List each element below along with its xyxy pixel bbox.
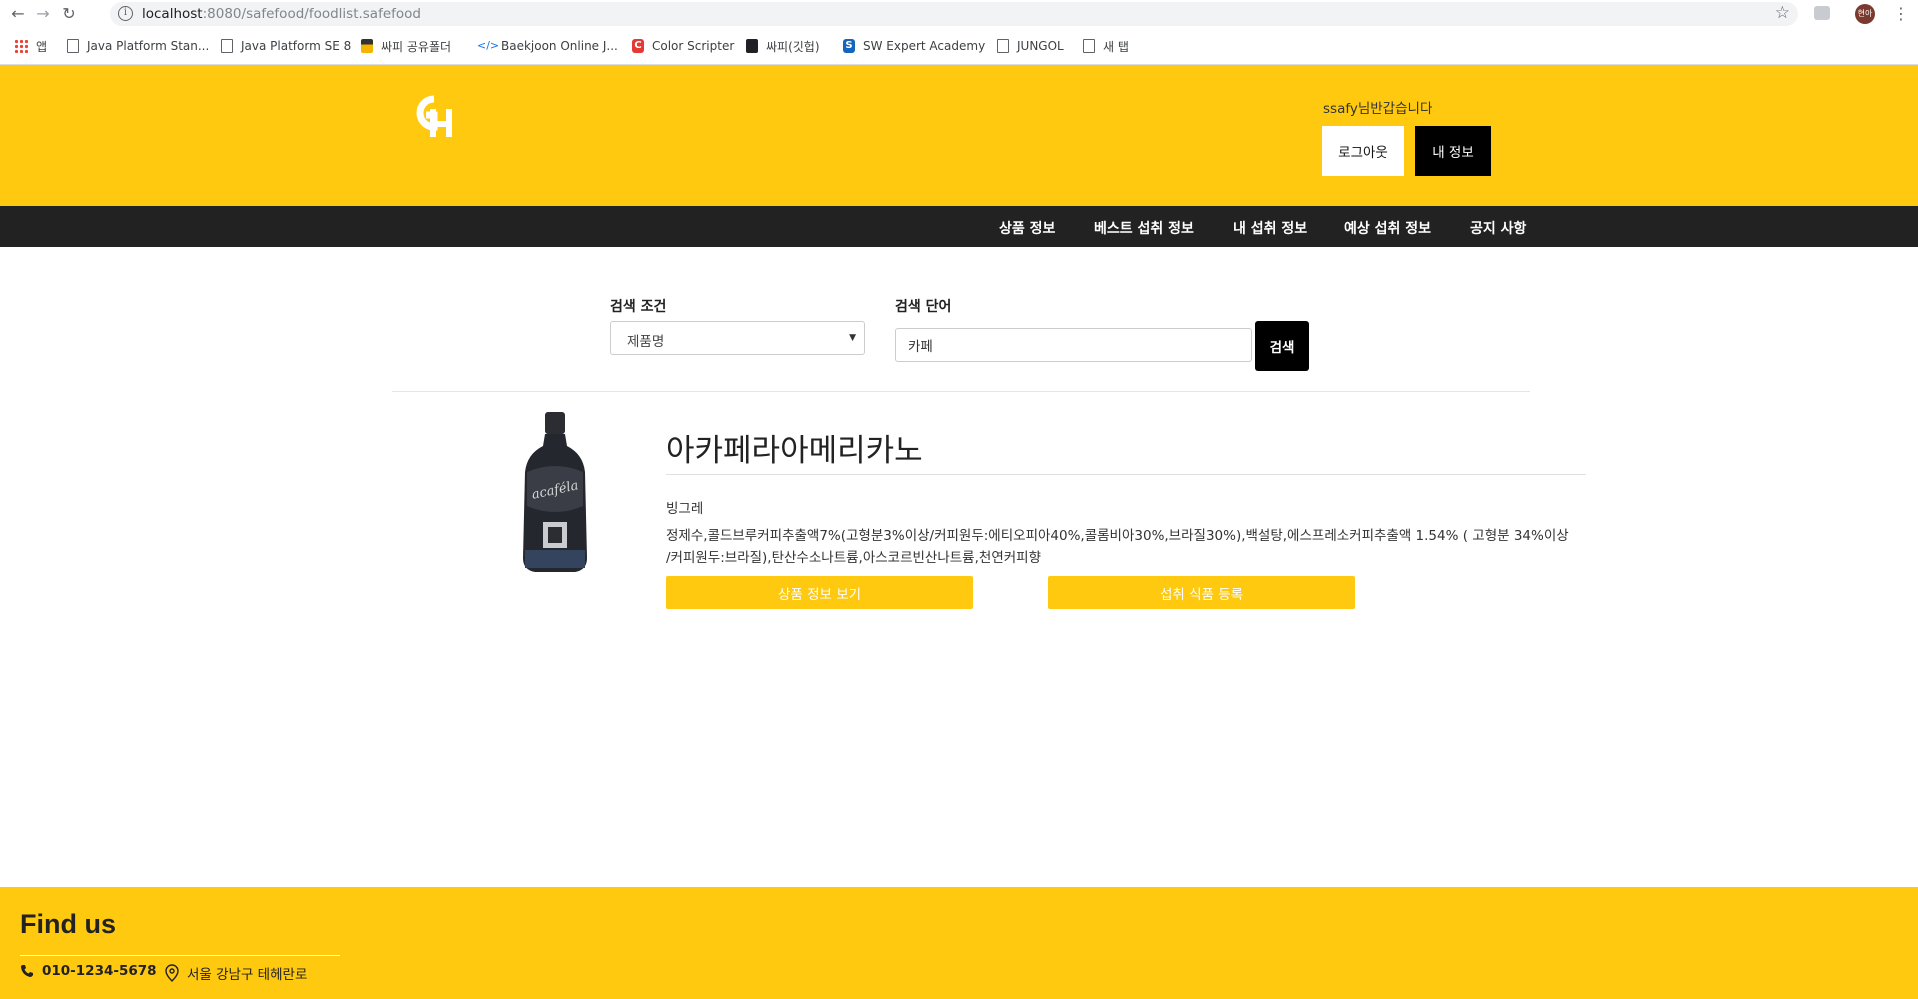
divider [392, 391, 1530, 392]
forward-arrow-icon[interactable]: → [33, 4, 53, 24]
address-bar[interactable]: i localhost:8080/safefood/foodlist.safef… [110, 2, 1798, 26]
nav-best-intake[interactable]: 베스트 섭취 정보 [1094, 218, 1194, 238]
search-condition-label: 검색 조건 [610, 299, 667, 315]
add-intake-button[interactable]: 섭취 식품 등록 [1048, 576, 1355, 609]
main-nav: 상품 정보 베스트 섭취 정보 내 섭취 정보 예상 섭취 정보 공지 사항 [0, 206, 1918, 247]
apps-grid-icon [14, 39, 28, 53]
address-text: 서울 강남구 테헤란로 [187, 967, 308, 983]
nav-product-info[interactable]: 상품 정보 [999, 218, 1055, 238]
bookmark-new-tab[interactable]: 새 탭 [1083, 38, 1129, 54]
phone-icon [21, 965, 33, 977]
footer-address: 서울 강남구 테헤란로 [165, 963, 307, 983]
search-button[interactable]: 검색 [1255, 321, 1309, 371]
bookmark-sw-expert-academy[interactable]: S SW Expert Academy [843, 38, 985, 54]
site-info-icon[interactable]: i [118, 6, 133, 21]
share-folder-icon [361, 39, 373, 53]
search-condition-value: 제품명 [627, 334, 665, 350]
bookmark-baekjoon[interactable]: </> Baekjoon Online J... [477, 38, 618, 54]
site-header: ssafy님반갑습니다 로그아웃 내 정보 [0, 65, 1918, 206]
color-scripter-icon: C [632, 39, 644, 53]
page-icon [997, 39, 1009, 53]
page-icon [221, 39, 233, 53]
url-text: localhost:8080/safefood/foodlist.safefoo… [142, 6, 421, 22]
logout-button[interactable]: 로그아웃 [1322, 126, 1404, 176]
bookmark-jungol[interactable]: JUNGOL [997, 38, 1064, 54]
bookmark-java-platform-se8[interactable]: Java Platform SE 8 [221, 38, 351, 54]
search-input[interactable] [895, 328, 1252, 362]
dropdown-arrow-icon: ▼ [849, 333, 856, 343]
browser-toolbar: ← → ↻ i localhost:8080/safefood/foodlist… [0, 0, 1918, 27]
footer-divider [20, 955, 340, 956]
bookmark-apps[interactable]: 앱 [14, 38, 47, 54]
footer-phone: 010-1234-5678 [20, 963, 157, 979]
search-term-label: 검색 단어 [895, 299, 952, 315]
back-arrow-icon[interactable]: ← [8, 4, 28, 24]
my-info-button[interactable]: 내 정보 [1415, 126, 1491, 176]
bookmark-java-platform-standard[interactable]: Java Platform Stan... [67, 38, 209, 54]
bookmark-ssafy-github[interactable]: 싸피(깃헙) [746, 38, 820, 54]
product-title: 아카페라아메리카노 [666, 433, 923, 469]
product-maker: 빙그레 [666, 501, 704, 517]
nav-my-intake[interactable]: 내 섭취 정보 [1233, 218, 1307, 238]
product-ingredients: 정제수,콜드브루커피추출액7%(고형분3%이상/커피원두:에티오피아40%,콜롬… [666, 528, 1569, 566]
page-icon [67, 39, 79, 53]
logo[interactable] [410, 93, 460, 139]
phone-number: 010-1234-5678 [42, 963, 157, 979]
reload-icon[interactable]: ↻ [59, 4, 79, 24]
code-icon: </> [477, 39, 500, 52]
bookmark-star-icon[interactable]: ☆ [1775, 3, 1790, 23]
product-image[interactable]: acaféla [515, 410, 595, 575]
view-product-button[interactable]: 상품 정보 보기 [666, 576, 973, 609]
profile-avatar[interactable]: 현아 [1855, 4, 1875, 24]
github-icon [746, 39, 758, 53]
extension-icon[interactable] [1814, 6, 1830, 20]
welcome-text: ssafy님반갑습니다 [1323, 101, 1433, 117]
page-icon [1083, 39, 1095, 53]
browser-menu-icon[interactable]: ⋮ [1893, 4, 1909, 24]
footer-title: Find us [20, 909, 116, 939]
bookmarks-bar: 앱 Java Platform Stan... Java Platform SE… [0, 27, 1918, 65]
bookmark-ssafy-share[interactable]: 싸피 공유폴더 [361, 38, 451, 54]
footer: Find us 010-1234-5678 서울 강남구 테헤란로 [0, 887, 1918, 999]
nav-notice[interactable]: 공지 사항 [1470, 218, 1526, 238]
location-pin-icon [165, 964, 179, 982]
product-divider [666, 474, 1586, 475]
bookmark-color-scripter[interactable]: C Color Scripter [632, 38, 734, 54]
search-condition-select[interactable]: 제품명 ▼ [610, 321, 865, 355]
nav-expected-intake[interactable]: 예상 섭취 정보 [1344, 218, 1431, 238]
swea-icon: S [843, 39, 855, 53]
